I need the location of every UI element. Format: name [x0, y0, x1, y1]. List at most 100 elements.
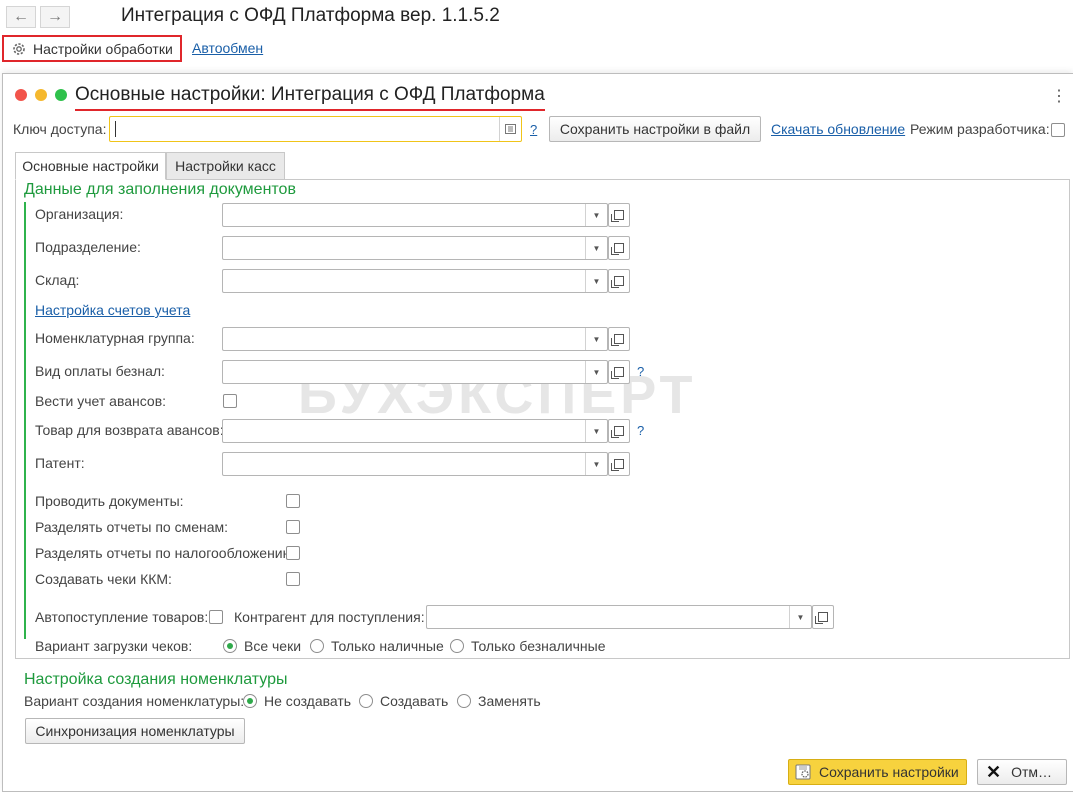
app-title: Интеграция с ОФД Платформа вер. 1.1.5.2	[121, 5, 500, 26]
create-kkm-checkbox[interactable]	[286, 572, 300, 586]
post-documents-checkbox[interactable]	[286, 494, 300, 508]
download-update-link[interactable]: Скачать обновление	[771, 121, 905, 137]
access-key-help[interactable]: ?	[530, 122, 537, 137]
forward-button[interactable]: →	[40, 6, 70, 28]
accounts-settings-link[interactable]: Настройка счетов учета	[35, 302, 190, 318]
chevron-down-icon[interactable]: ▼	[585, 204, 607, 226]
settings-button[interactable]: Настройки обработки	[2, 35, 182, 62]
track-advances-checkbox[interactable]	[223, 394, 237, 408]
post-documents-label: Проводить документы:	[35, 493, 184, 509]
nom-group-title: Настройка создания номенклатуры	[24, 671, 288, 688]
text-cursor	[115, 121, 116, 137]
save-settings-label: Сохранить настройки	[819, 764, 959, 780]
split-by-taxation-checkbox[interactable]	[286, 546, 300, 560]
open-icon	[611, 334, 624, 346]
tab-basic-settings[interactable]: Основные настройки	[15, 152, 166, 180]
save-to-file-button[interactable]: Сохранить настройки в файл	[549, 116, 761, 142]
chevron-down-icon[interactable]: ▼	[585, 453, 607, 475]
advance-return-help[interactable]: ?	[637, 423, 644, 438]
auto-receipt-label: Автопоступление товаров:	[35, 609, 209, 625]
radio-cash-only-label: Только наличные	[331, 638, 444, 654]
maximize-dot-icon[interactable]	[55, 89, 67, 101]
autoexchange-link[interactable]: Автообмен	[192, 40, 263, 56]
open-icon	[611, 243, 624, 255]
counterparty-field[interactable]: ▼	[426, 605, 812, 629]
radio-replace[interactable]	[457, 694, 471, 708]
cashless-payment-field[interactable]: ▼	[222, 360, 608, 384]
arrow-right-icon: →	[47, 8, 63, 25]
settings-dialog: Основные настройки: Интеграция с ОФД Пла…	[2, 73, 1073, 792]
chevron-down-icon[interactable]: ▼	[585, 361, 607, 383]
tab-cash-settings[interactable]: Настройки касс	[166, 152, 285, 180]
save-settings-icon	[795, 764, 811, 780]
department-open-button[interactable]	[608, 236, 630, 260]
minimize-dot-icon[interactable]	[35, 89, 47, 101]
chevron-down-icon[interactable]: ▼	[789, 606, 811, 628]
chevron-down-icon[interactable]: ▼	[585, 420, 607, 442]
group-accent-line	[24, 202, 26, 639]
settings-button-label: Настройки обработки	[33, 40, 173, 57]
close-icon: ✕	[986, 761, 1002, 782]
patent-open-button[interactable]	[608, 452, 630, 476]
radio-all-checks[interactable]	[223, 639, 237, 653]
chevron-down-icon[interactable]: ▼	[585, 237, 607, 259]
radio-no-create[interactable]	[243, 694, 257, 708]
radio-replace-label: Заменять	[478, 693, 541, 709]
split-by-taxation-label: Разделять отчеты по налогообложению:	[35, 545, 298, 561]
save-settings-button[interactable]: Сохранить настройки	[788, 759, 967, 785]
nomenclature-group-open-button[interactable]	[608, 327, 630, 351]
open-icon	[611, 276, 624, 288]
access-key-input[interactable]	[109, 116, 522, 142]
dev-mode-checkbox[interactable]	[1051, 123, 1065, 137]
advance-return-open-button[interactable]	[608, 419, 630, 443]
counterparty-open-button[interactable]	[812, 605, 834, 629]
back-button[interactable]: ←	[6, 6, 36, 28]
radio-no-create-label: Не создавать	[264, 693, 352, 709]
nomenclature-group-label: Номенклатурная группа:	[35, 330, 195, 346]
auto-receipt-checkbox[interactable]	[209, 610, 223, 624]
counterparty-label: Контрагент для поступления:	[234, 609, 425, 625]
radio-create[interactable]	[359, 694, 373, 708]
list-icon[interactable]	[499, 117, 521, 141]
nomenclature-group-field[interactable]: ▼	[222, 327, 608, 351]
create-kkm-label: Создавать чеки ККМ:	[35, 571, 172, 587]
access-key-label: Ключ доступа:	[13, 121, 107, 137]
split-by-shift-checkbox[interactable]	[286, 520, 300, 534]
open-icon	[611, 459, 624, 471]
warehouse-open-button[interactable]	[608, 269, 630, 293]
cancel-label: Отм…	[1011, 764, 1053, 780]
track-advances-label: Вести учет авансов:	[35, 393, 167, 409]
patent-label: Патент:	[35, 455, 85, 471]
advance-return-field[interactable]: ▼	[222, 419, 608, 443]
warehouse-label: Склад:	[35, 272, 80, 288]
department-label: Подразделение:	[35, 239, 141, 255]
department-field[interactable]: ▼	[222, 236, 608, 260]
gear-icon	[13, 42, 25, 55]
open-icon	[611, 367, 624, 379]
arrow-left-icon: ←	[13, 8, 29, 25]
open-icon	[611, 426, 624, 438]
open-icon	[611, 210, 624, 222]
cashless-payment-help[interactable]: ?	[637, 364, 644, 379]
warehouse-field[interactable]: ▼	[222, 269, 608, 293]
organization-open-button[interactable]	[608, 203, 630, 227]
radio-create-label: Создавать	[380, 693, 449, 709]
radio-cashless-only[interactable]	[450, 639, 464, 653]
cashless-payment-label: Вид оплаты безнал:	[35, 363, 165, 379]
dialog-title: Основные настройки: Интеграция с ОФД Пла…	[75, 84, 545, 105]
cancel-button[interactable]: ✕ Отм…	[977, 759, 1067, 785]
doc-group-title: Данные для заполнения документов	[24, 181, 296, 198]
nom-create-label: Вариант создания номенклатуры:	[24, 693, 245, 709]
more-menu-icon[interactable]: ⋮	[1051, 86, 1067, 106]
patent-field[interactable]: ▼	[222, 452, 608, 476]
radio-cash-only[interactable]	[310, 639, 324, 653]
close-dot-icon[interactable]	[15, 89, 27, 101]
organization-field[interactable]: ▼	[222, 203, 608, 227]
radio-cashless-only-label: Только безналичные	[471, 638, 606, 654]
chevron-down-icon[interactable]: ▼	[585, 270, 607, 292]
advance-return-label: Товар для возврата авансов:	[35, 422, 224, 438]
radio-all-checks-label: Все чеки	[244, 638, 302, 654]
sync-nomenclature-button[interactable]: Синхронизация номенклатуры	[25, 718, 245, 744]
chevron-down-icon[interactable]: ▼	[585, 328, 607, 350]
cashless-payment-open-button[interactable]	[608, 360, 630, 384]
